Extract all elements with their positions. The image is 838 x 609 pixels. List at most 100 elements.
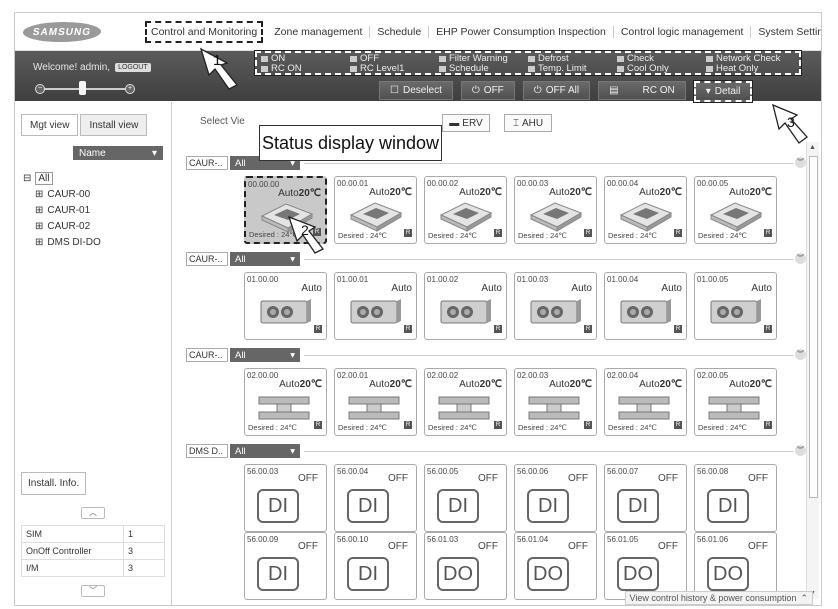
device-card[interactable]: 01.00.03 Auto R: [514, 272, 597, 340]
tree-item-caur-01[interactable]: ⊞ CAUR-01: [23, 202, 101, 218]
expand-icon[interactable]: ⊞: [35, 189, 43, 200]
vertical-scrollbar[interactable]: ▲ ▼: [806, 142, 819, 599]
device-card[interactable]: 02.00.02 Auto20℃ Desired : 24℃ R: [424, 368, 507, 436]
device-mode: Auto: [391, 283, 412, 294]
collapse-icon[interactable]: ⊟: [23, 173, 31, 184]
device-card[interactable]: 56.01.04 OFF DO: [514, 532, 597, 600]
device-mode: Auto20℃: [549, 379, 592, 390]
device-address: 00.00.04: [607, 179, 639, 188]
device-card[interactable]: 01.00.00 Auto R: [244, 272, 327, 340]
device-card[interactable]: 56.00.10 OFF DI: [334, 532, 417, 600]
device-card[interactable]: 56.00.06 OFF DI: [514, 464, 597, 532]
menu-zone-management[interactable]: Zone management: [267, 25, 371, 38]
install-name: SIM: [21, 525, 124, 543]
device-card[interactable]: 56.00.03 OFF DI: [244, 464, 327, 532]
tree-item-dms-dido[interactable]: ⊞ DMS DI-DO: [23, 234, 101, 250]
collapse-group-icon[interactable]: ︾: [795, 253, 806, 264]
history-footer[interactable]: View control history & power consumption…: [624, 591, 813, 605]
device-state: OFF: [658, 541, 678, 552]
current-temp: 20℃: [749, 187, 772, 198]
device-card[interactable]: 56.00.08 OFF DI: [694, 464, 777, 532]
device-card[interactable]: 56.01.06 OFF DO: [694, 532, 777, 600]
tab-install-view[interactable]: Install view: [80, 114, 148, 136]
desired-temp: Desired : 24℃: [518, 423, 567, 432]
zoom-handle[interactable]: [79, 81, 86, 95]
scroll-up-icon[interactable]: ︿: [81, 507, 105, 519]
group-filter-select[interactable]: All ▾: [230, 348, 300, 362]
tree-item-caur-02[interactable]: ⊞ CAUR-02: [23, 218, 101, 234]
device-card[interactable]: 56.00.07 OFF DI: [604, 464, 687, 532]
current-temp: 20℃: [389, 379, 412, 390]
tree-item-label: CAUR-01: [47, 204, 91, 216]
device-card[interactable]: 01.00.05 Auto R: [694, 272, 777, 340]
device-card[interactable]: 01.00.01 Auto R: [334, 272, 417, 340]
expand-icon[interactable]: ⊞: [35, 221, 43, 232]
device-card[interactable]: 02.00.05 Auto20℃ Desired : 24℃ R: [694, 368, 777, 436]
expand-icon[interactable]: ⊞: [35, 205, 43, 216]
menu-schedule[interactable]: Schedule: [370, 25, 430, 38]
scroll-down-icon[interactable]: ﹀: [81, 585, 105, 597]
device-card[interactable]: 00.00.02 Auto20℃ Desired : 24℃ R: [424, 176, 507, 244]
device-card[interactable]: 56.00.05 OFF DI: [424, 464, 507, 532]
device-card[interactable]: 56.01.05 OFF DO: [604, 532, 687, 600]
device-address: 02.00.02: [427, 371, 459, 380]
sort-select[interactable]: Name ▾: [73, 146, 163, 160]
tree-item-label: CAUR-02: [47, 220, 91, 232]
zoom-slider[interactable]: − +: [35, 81, 135, 95]
device-card[interactable]: 56.01.03 OFF DO: [424, 532, 507, 600]
remote-controller-badge: R: [404, 325, 412, 333]
device-card[interactable]: 56.00.04 OFF DI: [334, 464, 417, 532]
status-window-callout: Status display window: [259, 125, 442, 161]
scrollbar-thumb[interactable]: [809, 156, 818, 498]
off-button[interactable]: ⏻ OFF: [460, 81, 515, 100]
select-view-label: Select Vie: [200, 116, 245, 127]
menu-control-monitoring[interactable]: Control and Monitoring: [145, 20, 264, 43]
logout-button[interactable]: LOGOUT: [115, 63, 151, 72]
collapse-group-icon[interactable]: ︾: [795, 349, 806, 360]
status-color-icon: [261, 56, 268, 62]
device-address: 00.00.02: [427, 179, 459, 188]
device-card[interactable]: 02.00.04 Auto20℃ Desired : 24℃ R: [604, 368, 687, 436]
menu-system-settings[interactable]: System Settings: [751, 26, 821, 38]
collapse-group-icon[interactable]: ︾: [795, 445, 806, 456]
tab-mgt-view[interactable]: Mgt view: [21, 114, 79, 136]
deselect-button[interactable]: ☐ Deselect: [379, 81, 453, 100]
mode-label: Auto: [639, 379, 660, 390]
off-all-button[interactable]: ⏻ OFF All: [522, 81, 591, 100]
install-info-tab[interactable]: Install. Info.: [21, 472, 87, 495]
tree-root[interactable]: ⊟ All: [23, 170, 101, 186]
menu-ehp-power[interactable]: EHP Power Consumption Inspection: [429, 25, 614, 38]
device-card[interactable]: 00.00.03 Auto20℃ Desired : 24℃ R: [514, 176, 597, 244]
collapse-group-icon[interactable]: ︾: [795, 157, 806, 168]
remote-controller-badge: R: [584, 421, 592, 429]
device-state: OFF: [658, 473, 678, 484]
group-filter-select[interactable]: All ▾: [230, 444, 300, 458]
device-card[interactable]: 56.00.09 OFF DI: [244, 532, 327, 600]
zoom-out-icon[interactable]: −: [35, 84, 45, 94]
install-count: 3: [123, 542, 165, 560]
menu-control-logic[interactable]: Control logic management: [614, 25, 752, 38]
rc-on-button[interactable]: ▤ RC ON: [598, 81, 686, 100]
device-card[interactable]: 01.00.04 Auto R: [604, 272, 687, 340]
chevron-down-icon: ▾: [151, 147, 157, 159]
detail-button[interactable]: ▾ Detail: [692, 80, 754, 103]
expand-icon[interactable]: ⊞: [35, 237, 43, 248]
digital-output-icon: DO: [437, 557, 479, 591]
device-card[interactable]: 00.00.01 Auto20℃ Desired : 24℃ R: [334, 176, 417, 244]
device-card[interactable]: 02.00.00 Auto20℃ Desired : 24℃ R: [244, 368, 327, 436]
tab-erv[interactable]: ▬ ERV: [442, 114, 490, 132]
device-card[interactable]: 02.00.03 Auto20℃ Desired : 24℃ R: [514, 368, 597, 436]
device-card[interactable]: 00.00.04 Auto20℃ Desired : 24℃ R: [604, 176, 687, 244]
device-card[interactable]: 01.00.02 Auto R: [424, 272, 507, 340]
device-card[interactable]: 02.00.01 Auto20℃ Desired : 24℃ R: [334, 368, 417, 436]
device-mode: Auto20℃: [729, 187, 772, 198]
tab-ahu[interactable]: ⌶ AHU: [504, 114, 552, 132]
zoom-in-icon[interactable]: +: [125, 84, 135, 94]
current-temp: 20℃: [749, 379, 772, 390]
group-header: DMS D.. All ▾ ︾: [186, 444, 806, 460]
mode-label: Auto: [369, 187, 390, 198]
sidebar: Mgt view Install view Name ▾ ⊟ All ⊞ CAUR…: [15, 102, 172, 605]
device-card[interactable]: 00.00.05 Auto20℃ Desired : 24℃ R: [694, 176, 777, 244]
desired-temp: Desired : 24℃: [518, 231, 567, 240]
tree-item-caur-00[interactable]: ⊞ CAUR-00: [23, 186, 101, 202]
